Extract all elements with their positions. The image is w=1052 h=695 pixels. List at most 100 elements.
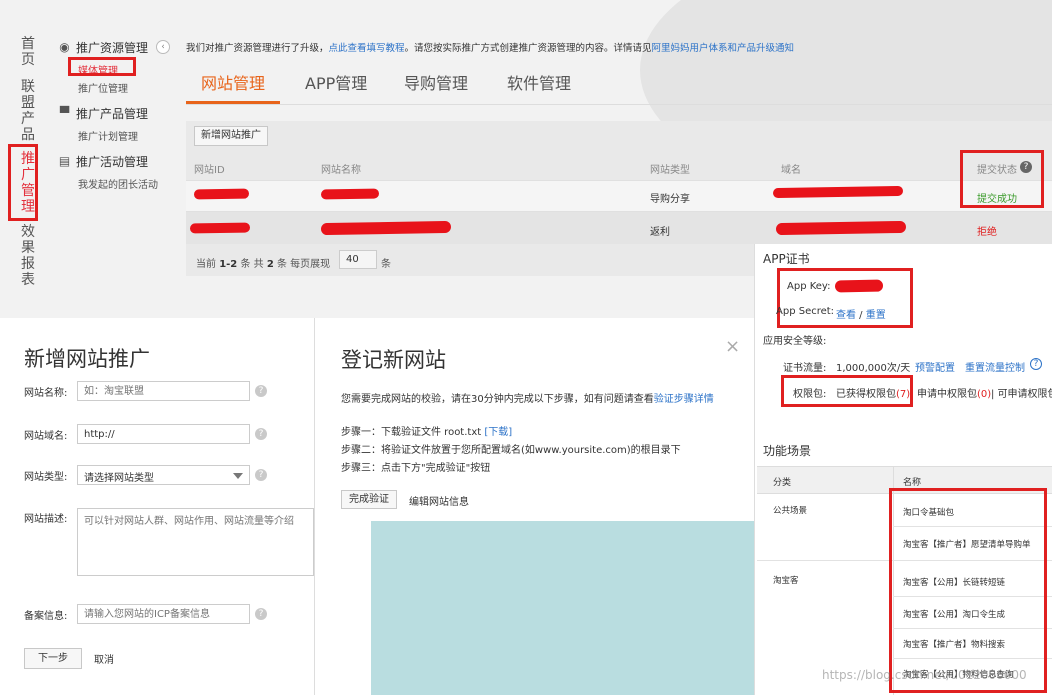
site-type-cell: 返利 [650, 227, 670, 238]
download-link[interactable]: [下载] [484, 427, 512, 438]
permission-applying-text: 申请中权限包 [917, 389, 977, 400]
pagination-summary: 当前 1-2 条 共 2 条 每页展现 [196, 255, 330, 270]
status-badge: 拒绝 [977, 227, 997, 238]
page-size-select[interactable]: 40 [339, 250, 377, 269]
nav-products[interactable]: 联盟产品 [18, 79, 38, 143]
pager-prefix: 当前 [196, 259, 216, 270]
step-three: 步骤三：点击下方"完成验证"按钮 [341, 463, 491, 474]
traffic-value: 1,000,000次/天 [836, 363, 911, 374]
verify-intro-text: 您需要完成网站的校验，请在30分钟内完成以下步骤，如有问题请查看 [341, 394, 654, 405]
column-site-name: 网站名称 [321, 165, 361, 176]
reset-secret-link[interactable]: 重置 [866, 310, 886, 321]
page-title: 新增网站推广 [24, 347, 150, 371]
help-icon[interactable]: ? [255, 608, 267, 620]
table-row [186, 180, 1052, 211]
permission-can-apply[interactable]: | 可申请权限包 [991, 385, 1052, 400]
site-type-select-value: 请选择网站类型 [84, 473, 154, 484]
redaction-mark [189, 222, 251, 234]
site-description-input[interactable] [77, 508, 314, 576]
pager-total: 2 [266, 259, 274, 270]
site-type-cell: 导购分享 [650, 194, 690, 205]
nav-home[interactable]: 首页 [18, 36, 38, 68]
column-category: 分类 [773, 478, 792, 488]
complete-verification-button[interactable]: 完成验证 [341, 490, 397, 509]
tutorial-link[interactable]: 点此查看填写教程 [329, 43, 405, 54]
app-secret-label: App Secret: [776, 306, 835, 317]
document-icon: ▤ [58, 154, 71, 168]
redaction-mark [320, 220, 452, 236]
permission-label: 权限包: [793, 389, 827, 400]
flag-icon: ▀ [59, 106, 70, 120]
menu-item-plans[interactable]: 推广计划管理 [78, 128, 138, 143]
menu-item-group-activity[interactable]: 我发起的团长活动 [78, 176, 158, 191]
help-icon[interactable]: ? [1030, 358, 1042, 370]
site-domain-input[interactable] [77, 424, 250, 444]
menu-group-resources-label: 推广资源管理 [76, 41, 149, 55]
app-key-label: App Key: [787, 281, 831, 292]
collapse-icon[interactable]: ‹ [156, 40, 170, 54]
close-icon[interactable]: × [725, 336, 740, 357]
add-website-form: 新增网站推广 网站名称: ? 网站域名: ? 网站类型: 请选择网站类型 ? 网… [0, 318, 330, 695]
cancel-link[interactable]: 取消 [94, 651, 114, 666]
step-one-text: 步骤一：下载验证文件 root.txt [341, 427, 482, 438]
permission-obtained[interactable]: 已获得权限包(7) [836, 385, 910, 400]
tab-software[interactable]: 软件管理 [507, 70, 571, 94]
column-domain: 域名 [781, 165, 801, 176]
column-name: 名称 [903, 478, 922, 488]
redaction-mark [193, 188, 250, 200]
add-website-button[interactable]: 新增网站推广 [194, 126, 268, 146]
notice-text-1: 我们对推广资源管理进行了升级， [186, 43, 329, 54]
notice-text-2: 。请您按实际推广方式创建推广资源管理的内容。详情请见 [404, 43, 652, 54]
step-one: 步骤一：下载验证文件 root.txt [下载] [341, 423, 512, 438]
permission-applying[interactable]: 申请中权限包(0) [917, 385, 991, 400]
view-secret-link[interactable]: 查看 [836, 310, 856, 321]
site-domain-label: 网站域名: [24, 431, 68, 442]
nav-reports[interactable]: 效果报表 [18, 224, 38, 288]
upgrade-notice-link[interactable]: 阿里妈妈用户体系和产品升级通知 [652, 43, 795, 54]
next-button[interactable]: 下一步 [24, 648, 82, 669]
highlight-box-nav [8, 144, 38, 221]
highlight-box-media [68, 57, 136, 76]
highlight-box-scenes [889, 488, 1047, 693]
verify-details-link[interactable]: 验证步骤详情 [654, 394, 714, 405]
help-icon[interactable]: ? [255, 428, 267, 440]
help-icon[interactable]: ? [255, 385, 267, 397]
traffic-label: 证书流量: [783, 363, 827, 374]
icp-label: 备案信息: [24, 611, 68, 622]
register-website-dialog: 登记新网站 × 您需要完成网站的校验，请在30分钟内完成以下步骤，如有问题请查看… [314, 318, 754, 695]
edit-site-info-link[interactable]: 编辑网站信息 [409, 493, 469, 508]
app-secret-actions: 查看 / 重置 [836, 306, 886, 321]
column-site-id: 网站ID [194, 165, 225, 176]
alert-config-link[interactable]: 预警配置 [915, 359, 955, 374]
menu-group-products[interactable]: ▀ 推广产品管理 [58, 105, 148, 122]
column-site-type: 网站类型 [650, 165, 690, 176]
permission-obtained-count: (7) [896, 389, 911, 400]
site-name-label: 网站名称: [24, 388, 68, 399]
watermark: https://blog.csdn.net/u012000000 [822, 668, 1027, 682]
upgrade-notice: 我们对推广资源管理进行了升级，点此查看填写教程。请您按实际推广方式创建推广资源管… [186, 40, 794, 54]
permission-applying-count: (0) [977, 389, 992, 400]
help-icon[interactable]: ? [255, 469, 267, 481]
tab-website[interactable]: 网站管理 [201, 70, 265, 94]
scene-category: 公共场景 [773, 506, 808, 516]
redaction-mark [834, 279, 884, 293]
site-type-select[interactable]: 请选择网站类型 [77, 465, 250, 485]
app-certificate-panel: APP证书 App Key: App Secret: 查看 / 重置 应用安全等… [754, 244, 1052, 695]
verify-intro: 您需要完成网站的校验，请在30分钟内完成以下步骤，如有问题请查看验证步骤详情 [341, 390, 714, 405]
tab-app[interactable]: APP管理 [305, 70, 367, 94]
pager-text: 条 共 [240, 259, 264, 270]
tab-shopping-guide[interactable]: 导购管理 [404, 70, 468, 94]
scene-category: 淘宝客 [773, 576, 799, 586]
app-secret-separator: / [856, 310, 866, 321]
chevron-down-icon [233, 473, 243, 479]
table-row [186, 211, 1052, 244]
reset-traffic-link[interactable]: 重置流量控制 [965, 359, 1025, 374]
menu-group-resources[interactable]: ◉ 推广资源管理 [58, 39, 148, 56]
menu-group-activities[interactable]: ▤ 推广活动管理 [58, 153, 148, 170]
site-name-input[interactable] [77, 381, 250, 401]
security-level-label: 应用安全等级: [763, 336, 827, 347]
highlight-box-status [960, 150, 1044, 208]
menu-group-activities-label: 推广活动管理 [76, 155, 149, 169]
menu-item-adzone[interactable]: 推广位管理 [78, 80, 128, 95]
icp-input[interactable] [77, 604, 250, 624]
